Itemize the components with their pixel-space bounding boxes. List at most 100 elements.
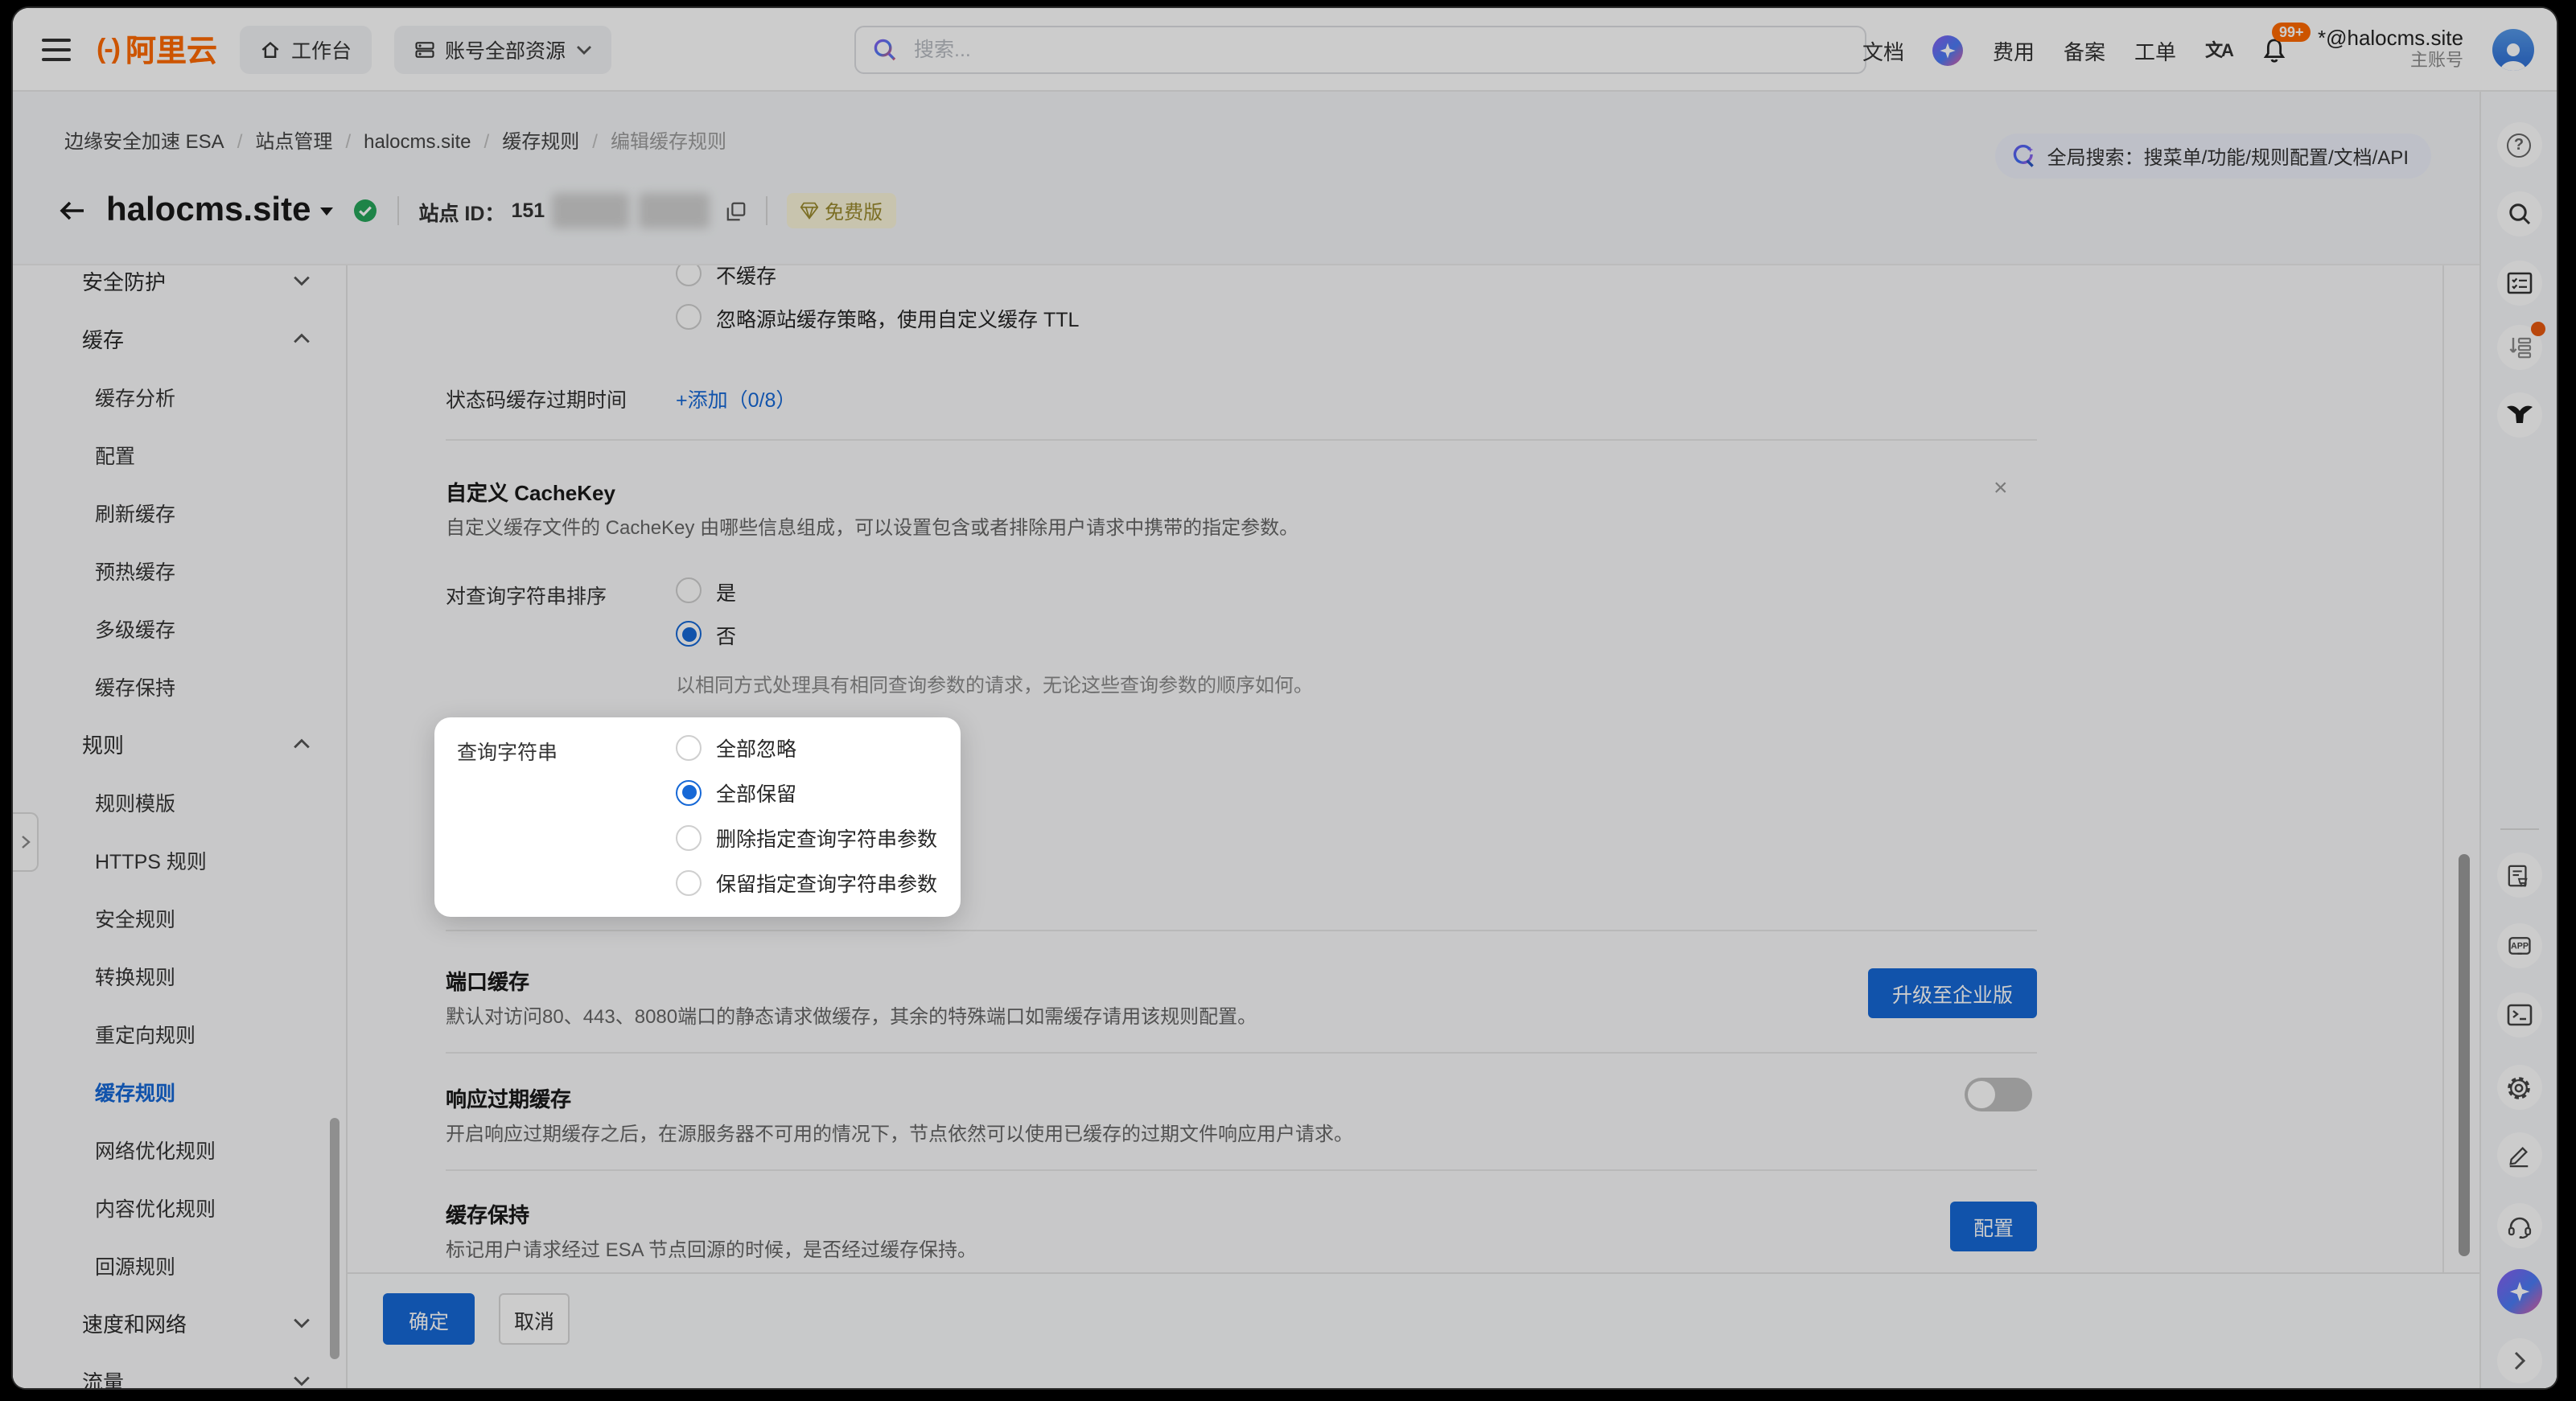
nav-billing[interactable]: 费用	[1993, 35, 2035, 65]
section-divider	[446, 439, 2037, 441]
sidebar-group-rules[interactable]: 规则	[13, 714, 346, 772]
site-id: 站点 ID： 151	[418, 195, 545, 226]
back-arrow-icon[interactable]	[58, 198, 87, 224]
search-icon[interactable]	[2496, 191, 2541, 236]
language-switch-icon[interactable]: 文A	[2205, 37, 2232, 63]
breadcrumb-item-site-management[interactable]: 站点管理	[255, 127, 332, 154]
cache-keep-config-button[interactable]: 配置	[1950, 1202, 2037, 1251]
sidebar-item-cache-analysis[interactable]: 缓存分析	[13, 367, 346, 425]
radio-icon[interactable]	[676, 734, 702, 760]
nav-icp[interactable]: 备案	[2064, 35, 2105, 65]
radio-option-no[interactable]: 否	[676, 611, 736, 656]
sidebar-item-cache-config[interactable]: 配置	[13, 425, 346, 483]
app-icon[interactable]: APP	[2496, 923, 2541, 968]
breadcrumb-item-site[interactable]: halocms.site	[364, 129, 471, 152]
close-icon[interactable]: ×	[1994, 476, 2008, 500]
sidebar-item-content-optimization-rules[interactable]: 内容优化规则	[13, 1177, 346, 1235]
nav-docs[interactable]: 文档	[1862, 35, 1904, 65]
sidebar-item-security-rules[interactable]: 安全规则	[13, 888, 346, 946]
sidebar-item-redirect-rules[interactable]: 重定向规则	[13, 1004, 346, 1062]
site-id-redacted-2	[638, 193, 709, 228]
radio-icon[interactable]	[676, 824, 702, 850]
confirm-button[interactable]: 确定	[383, 1293, 475, 1345]
workbench-button[interactable]: 工作台	[240, 25, 371, 73]
orders-icon[interactable]	[2496, 853, 2541, 898]
radio-option-ignore-origin-ttl[interactable]: 忽略源站缓存策略，使用自定义缓存 TTL	[676, 294, 1079, 339]
home-icon	[259, 38, 282, 60]
radio-icon[interactable]	[676, 304, 702, 330]
notifications-bell-icon[interactable]: 99+	[2261, 36, 2289, 64]
breadcrumb-item-cache-rules[interactable]: 缓存规则	[502, 127, 579, 154]
chevron-up-icon	[293, 737, 311, 749]
chevron-down-icon	[575, 44, 591, 54]
radio-option-keep-specified[interactable]: 保留指定查询字符串参数	[676, 867, 937, 898]
chevron-right-icon[interactable]	[2496, 1338, 2541, 1383]
sidebar-item-cache-rules[interactable]: 缓存规则	[13, 1062, 346, 1120]
nav-tickets[interactable]: 工单	[2134, 35, 2176, 65]
browser-window: (-) 阿里云 工作台 账号全部资源	[13, 8, 2557, 1388]
sidebar-group-security[interactable]: 安全防护	[13, 265, 346, 309]
gear-icon[interactable]	[2496, 1065, 2541, 1110]
radio-icon[interactable]	[676, 265, 702, 286]
radio-option-yes[interactable]: 是	[676, 568, 736, 613]
copy-icon[interactable]	[725, 200, 746, 221]
radio-option-no-cache[interactable]: 不缓存	[676, 265, 776, 296]
plan-gem-icon	[799, 201, 818, 220]
header-search-box[interactable]	[854, 26, 1866, 74]
hamburger-menu-icon[interactable]	[42, 38, 71, 60]
radio-selected-icon[interactable]	[676, 779, 702, 805]
site-switcher-caret-icon[interactable]	[320, 207, 333, 215]
stale-cache-toggle[interactable]	[1965, 1078, 2032, 1111]
logo-mark: (-)	[97, 33, 119, 65]
sidebar-item-prefetch-cache[interactable]: 预热缓存	[13, 540, 346, 598]
radio-icon[interactable]	[676, 577, 702, 603]
sidebar-item-origin-rules[interactable]: 回源规则	[13, 1235, 346, 1293]
sidebar-item-rule-templates[interactable]: 规则模版	[13, 772, 346, 830]
sidebar-item-purge-cache[interactable]: 刷新缓存	[13, 483, 346, 540]
terminal-icon[interactable]	[2496, 992, 2541, 1037]
site-id-redacted-1	[551, 193, 628, 228]
search-input[interactable]	[911, 37, 1849, 63]
account-menu[interactable]: *@halocms.site 主账号	[2318, 26, 2463, 74]
query-string-spotlight-panel: 查询字符串 全部忽略 全部保留 删除指定查询字符串参数 保留指定查询字符串参数	[434, 717, 961, 917]
radio-selected-icon[interactable]	[676, 621, 702, 647]
site-id-label: 站点 ID：	[418, 195, 504, 226]
sidebar-item-https-rules[interactable]: HTTPS 规则	[13, 830, 346, 888]
logo-text: 阿里云	[126, 27, 217, 71]
ai-star-icon[interactable]	[2496, 1269, 2541, 1314]
pencil-icon[interactable]	[2496, 1132, 2541, 1177]
help-icon[interactable]: ?	[2496, 122, 2541, 167]
svg-text:APP: APP	[2510, 942, 2528, 951]
sidebar-group-cache[interactable]: 缓存	[13, 309, 346, 367]
aliyun-logo[interactable]: (-) 阿里云	[97, 27, 217, 71]
bird-icon[interactable]	[2496, 392, 2541, 438]
radio-option-keep-all[interactable]: 全部保留	[676, 777, 796, 807]
ai-assistant-icon[interactable]	[1933, 35, 1964, 65]
status-code-expiry-label: 状态码缓存过期时间	[446, 383, 627, 413]
checklist-icon[interactable]	[2496, 261, 2541, 306]
global-search-pill[interactable]: 全局搜索：搜菜单/功能/规则配置/文档/API	[1996, 134, 2431, 179]
radio-icon[interactable]	[676, 869, 702, 895]
sidebar-scrollbar-thumb[interactable]	[330, 1118, 339, 1359]
main-scrollbar-thumb[interactable]	[2459, 854, 2470, 1256]
sidebar-group-traffic[interactable]: 流量	[13, 1351, 346, 1388]
radio-option-ignore-all[interactable]: 全部忽略	[676, 732, 796, 762]
sidebar-item-transform-rules[interactable]: 转换规则	[13, 946, 346, 1004]
status-code-add-link[interactable]: +添加（0/8）	[676, 383, 796, 413]
sidebar-collapse-tab[interactable]	[13, 812, 39, 872]
sidebar-item-network-optimization-rules[interactable]: 网络优化规则	[13, 1120, 346, 1177]
right-toolbar-rail: ? APP	[2479, 92, 2557, 1388]
verified-check-icon	[352, 198, 378, 224]
account-resources-dropdown[interactable]: 账号全部资源	[393, 25, 611, 73]
task-list-icon[interactable]	[2496, 325, 2541, 370]
radio-option-delete-specified[interactable]: 删除指定查询字符串参数	[676, 822, 937, 853]
breadcrumb-item-esa[interactable]: 边缘安全加速 ESA	[64, 127, 224, 154]
avatar[interactable]	[2492, 29, 2534, 71]
upgrade-enterprise-button[interactable]: 升级至企业版	[1868, 968, 2037, 1018]
sidebar-item-tiered-cache[interactable]: 多级缓存	[13, 598, 346, 656]
sidebar-group-speed-network[interactable]: 速度和网络	[13, 1293, 346, 1351]
cancel-button[interactable]: 取消	[499, 1293, 570, 1345]
rail-divider	[2500, 828, 2539, 830]
sidebar-item-cache-keep[interactable]: 缓存保持	[13, 656, 346, 714]
headset-icon[interactable]	[2496, 1203, 2541, 1248]
